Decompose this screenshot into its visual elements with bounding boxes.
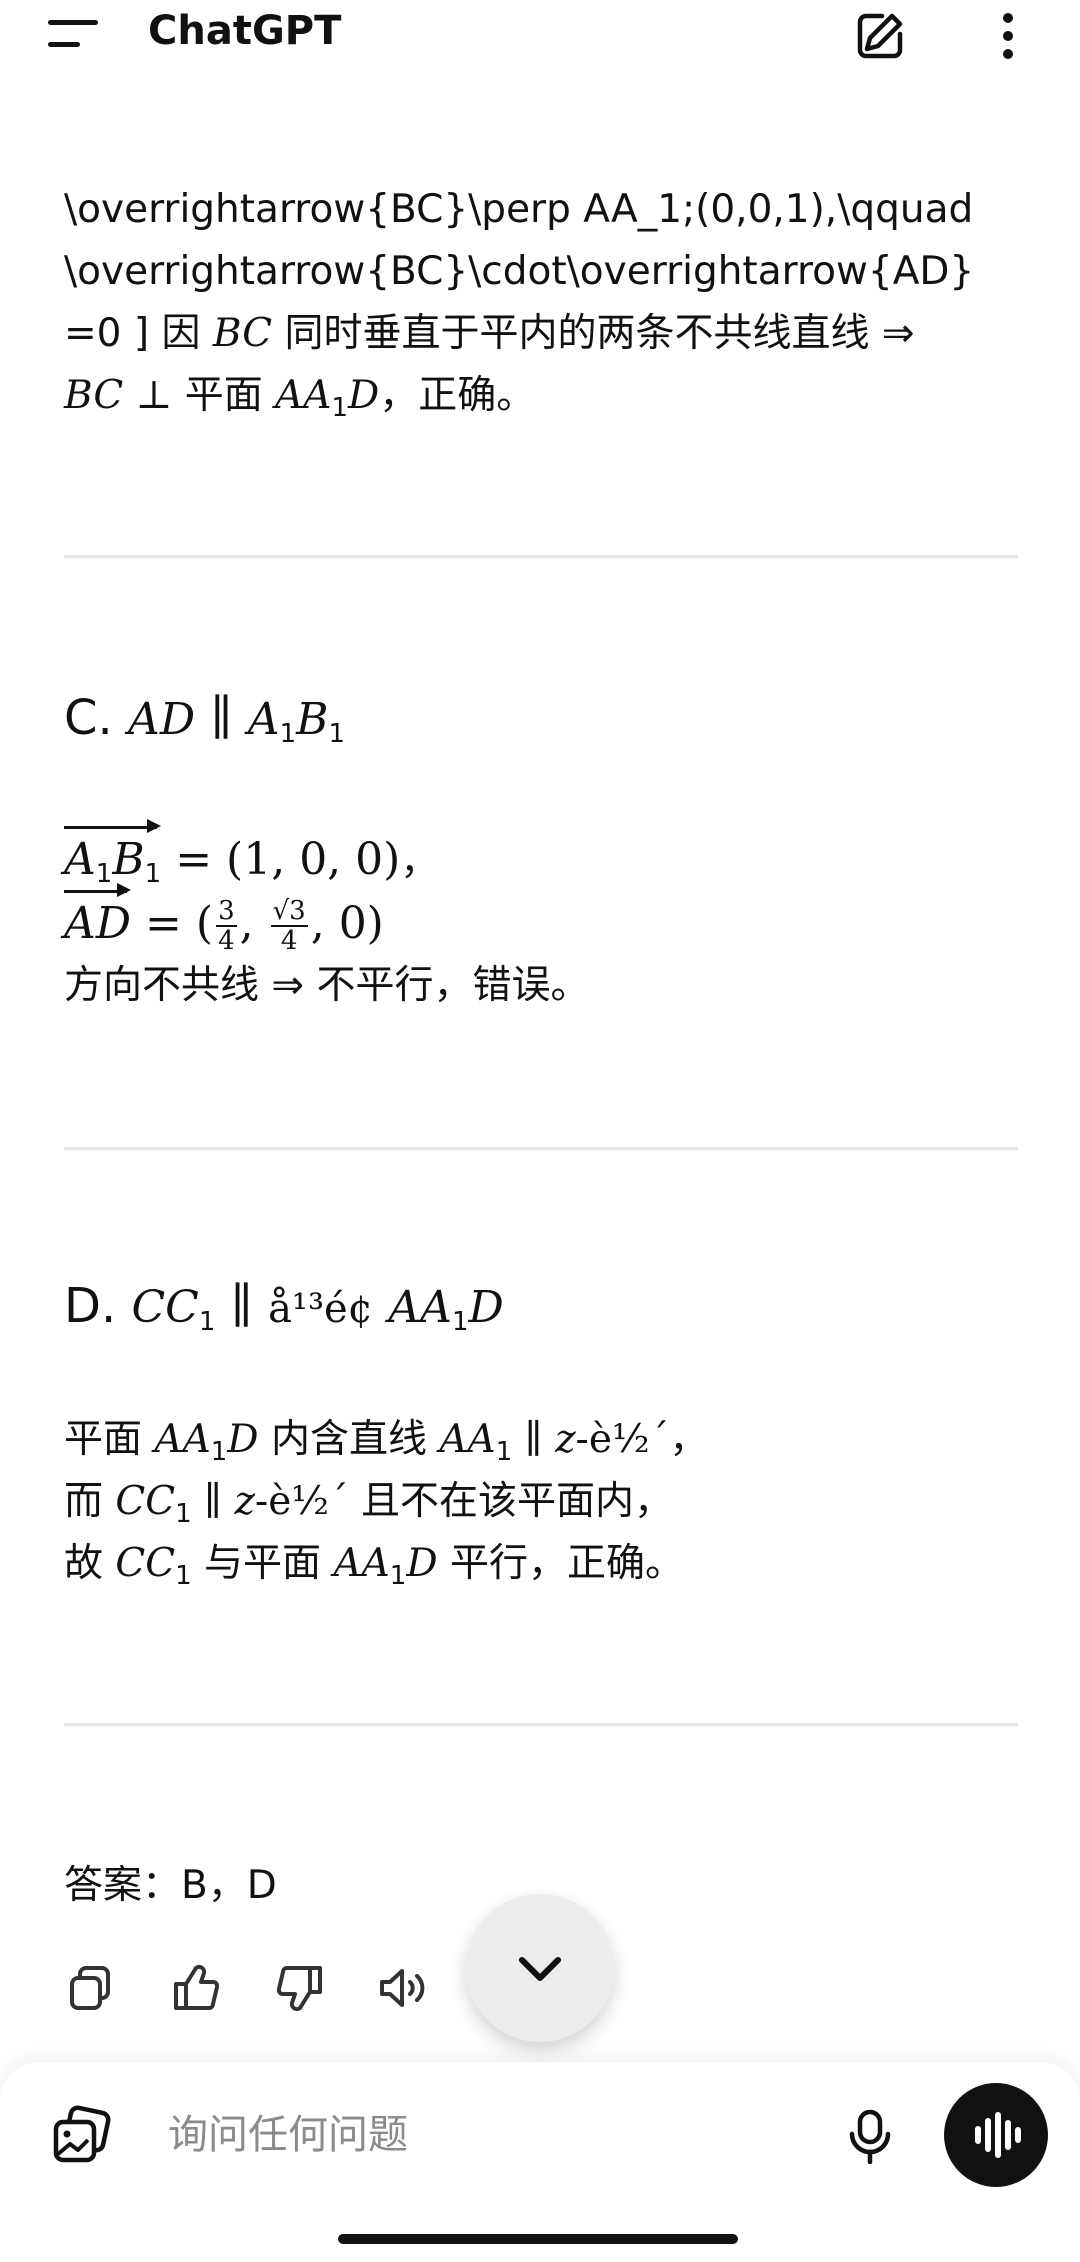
- text-line: 故 CC1 与平面 AA1D 平行，正确。: [64, 1541, 685, 1591]
- conclusion-c: 方向不共线 ⇒ 不平行，错误。: [64, 963, 590, 1008]
- answer-text: 答案：B，D: [64, 1863, 277, 1908]
- scroll-down-button[interactable]: [466, 1894, 614, 2042]
- divider: [64, 555, 1018, 558]
- menu-icon[interactable]: [48, 20, 98, 52]
- home-indicator: [338, 2234, 738, 2244]
- copy-icon[interactable]: [64, 1960, 120, 2016]
- latex-line: \overrightarrow{BC}\perp AA_1;(0,0,1),\q…: [64, 187, 974, 232]
- voice-waveform-icon: [975, 2112, 1021, 2158]
- app-title: ChatGPT: [148, 8, 342, 54]
- thumbs-down-icon[interactable]: [272, 1960, 328, 2016]
- divider: [64, 1147, 1018, 1150]
- latex-line: \overrightarrow{BC}\cdot\overrightarrow{…: [64, 249, 975, 294]
- microphone-icon[interactable]: [844, 2108, 896, 2165]
- section-heading-c: C. AD ∥ A1B1: [64, 690, 346, 749]
- voice-mode-button[interactable]: [944, 2083, 1048, 2187]
- message-input[interactable]: 询问任何问题: [168, 2100, 808, 2170]
- chevron-down-icon: [519, 1957, 561, 1981]
- divider: [64, 1723, 1018, 1726]
- image-attach-icon[interactable]: [50, 2104, 114, 2168]
- text-line: BC ⊥ 平面 AA1D，正确。: [64, 373, 536, 423]
- more-vert-icon[interactable]: [988, 8, 1028, 64]
- thumbs-up-icon[interactable]: [168, 1960, 224, 2016]
- top-bar: ChatGPT: [0, 0, 1080, 80]
- new-chat-edit-icon[interactable]: [852, 8, 908, 64]
- text-line: =0 ] 因 BC 同时垂直于平内的两条不共线直线 ⇒: [64, 311, 915, 356]
- section-heading-d: D. CC1 ∥ å¹³é¢ AA1D: [64, 1278, 504, 1337]
- vector-ad-equation: AD = (3 4, √3 4, 0): [64, 883, 384, 956]
- read-aloud-icon[interactable]: [376, 1960, 432, 2016]
